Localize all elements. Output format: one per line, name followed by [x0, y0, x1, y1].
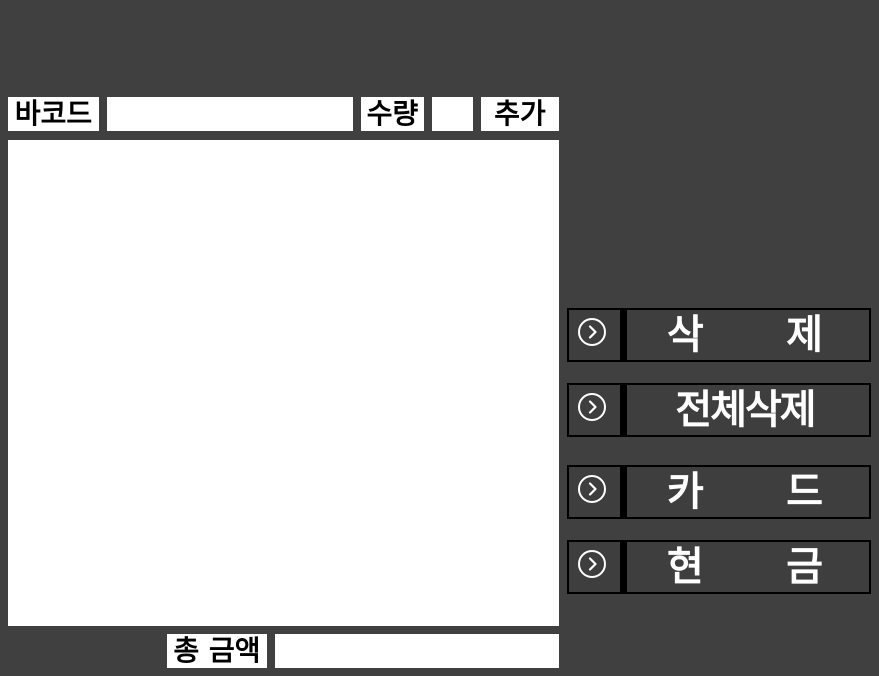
delete-all-button-label: 전체삭제	[675, 387, 816, 433]
card-payment-button-label: 카드	[667, 469, 823, 515]
barcode-label: 바코드	[8, 97, 99, 131]
button-separator	[620, 385, 627, 435]
total-amount-field	[275, 634, 559, 668]
barcode-input[interactable]	[107, 97, 353, 131]
card-payment-button[interactable]: 카드	[567, 465, 871, 519]
button-separator	[620, 467, 627, 517]
chevron-right-circle-icon	[578, 318, 606, 346]
add-button[interactable]: 추가	[481, 97, 559, 131]
cash-payment-button[interactable]: 현금	[567, 540, 871, 594]
button-separator	[620, 310, 627, 360]
item-list[interactable]	[8, 140, 559, 626]
quantity-input[interactable]	[432, 97, 473, 131]
cash-payment-button-label: 현금	[667, 544, 823, 590]
button-separator	[620, 542, 627, 592]
chevron-right-circle-icon	[578, 393, 606, 421]
delete-all-button[interactable]: 전체삭제	[567, 383, 871, 437]
chevron-right-circle-icon	[578, 475, 606, 503]
chevron-right-circle-icon	[578, 550, 606, 578]
delete-button[interactable]: 삭제	[567, 308, 871, 362]
total-amount-label: 총 금액	[167, 634, 267, 668]
delete-button-label: 삭제	[667, 312, 823, 358]
quantity-label: 수량	[361, 97, 424, 131]
